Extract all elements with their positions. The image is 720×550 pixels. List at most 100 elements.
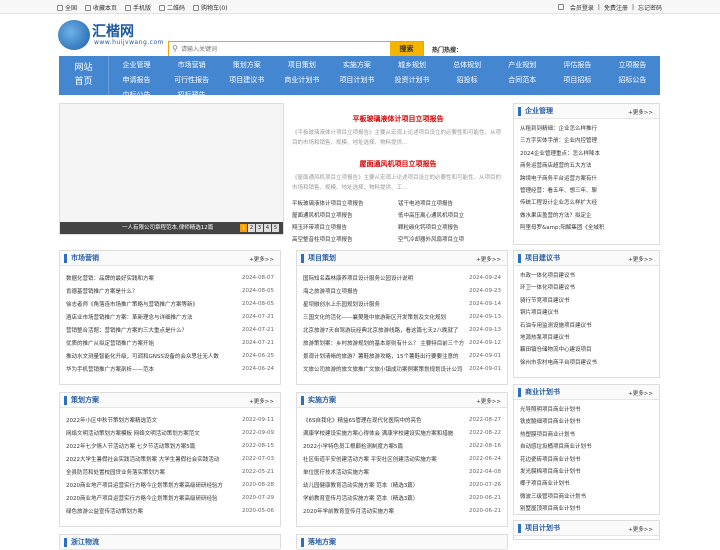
list-item[interactable]: 高空整音柱项目立项报告 <box>292 235 398 243</box>
list-item[interactable]: 铜片项目建议书 <box>520 307 653 319</box>
nav-item[interactable]: 中标公告 <box>109 88 164 103</box>
list-item[interactable]: 热塑膜项目商业计划书 <box>520 429 653 441</box>
banner-page[interactable]: 5 <box>272 224 279 232</box>
list-item[interactable]: 锰干电池项目立项报告 <box>398 199 504 207</box>
forgot-password-link[interactable]: 忘记密码 <box>638 3 662 12</box>
list-item[interactable]: 微波三级管项目商业计划书 <box>520 491 653 503</box>
bookmark-link[interactable]: 收藏本页 <box>85 3 117 12</box>
list-item[interactable]: 传统工程设计企业怎么样扩大经 <box>520 197 653 209</box>
list-item[interactable]: 石油专用监测设施项目建议书 <box>520 320 653 332</box>
list-item[interactable]: 绿色旅游公益宣传活动策划方案 2020-05-06 <box>66 504 274 517</box>
nav-item[interactable]: 企业管理 <box>109 58 164 73</box>
nav-item[interactable]: 合同范本 <box>495 73 550 88</box>
list-item[interactable]: 2022小学特色员工根颠检测制度方案5篇 2022-08-16 <box>303 439 501 452</box>
headline-title[interactable]: 屋面通风机项目立项报告 <box>287 159 509 169</box>
list-item[interactable]: 肯德基营销推广方案是什么？ 2024-08-05 <box>66 284 274 297</box>
list-item[interactable]: 地源热泵项目建议书 <box>520 332 653 344</box>
list-item[interactable]: 自动感垃圾桶项目商业计划书 <box>520 441 653 453</box>
list-item[interactable]: 2022年七夕情人节活动方案 七夕节活动策划方案5篇 2022-08-15 <box>66 439 274 452</box>
list-item[interactable]: 翔玉环带项目立项报告 <box>292 223 398 231</box>
list-item[interactable]: 发光膜棉项目商业计划书 <box>520 466 653 478</box>
banner-page[interactable]: 3 <box>256 224 263 232</box>
nav-item[interactable]: 项目计划书 <box>329 73 384 88</box>
list-item[interactable]: 2020商业地产项目运营实行方略今企划策划方案高级研研经验 2020-07-29 <box>66 491 274 504</box>
nav-item[interactable]: 城乡规划 <box>384 58 439 73</box>
nav-item[interactable]: 市场营销 <box>164 58 219 73</box>
nav-item[interactable]: 招标公告 <box>605 73 660 88</box>
nav-item[interactable]: 项目招标 <box>550 73 605 88</box>
nav-item[interactable]: 实施方案 <box>329 58 384 73</box>
list-item[interactable]: 网络文明活动策划方案模板 网络文明活动策划方案范文 2022-09-09 <box>66 426 274 439</box>
list-item[interactable]: 市政一体化项目建议书 <box>520 270 653 282</box>
list-item[interactable]: 2020商业地产项目运营实行方略今企划策划方案高级研研经验方 2020-08-28 <box>66 478 274 491</box>
list-item[interactable]: 国际知名森林康养项目设计服务公园设计说明 2024-09-24 <box>303 271 501 284</box>
list-item[interactable]: 《6S自我化》精益6S管理在现代化医院中的亮色 2022-08-27 <box>303 413 501 426</box>
list-item[interactable]: 管理经营：看五年、想三年、聊 <box>520 185 653 197</box>
list-item[interactable]: 文旅公司旅游的旅文旅推广文旅小镇成功案例案策划规划设计公司 2024-09-01 <box>303 362 501 375</box>
list-item[interactable]: 单位医疗技术活动实施方案 2022-04-08 <box>303 465 501 478</box>
list-item[interactable]: 酒店业市场营销推广方案：革新理念与详细推广方法 2024-07-21 <box>66 310 274 323</box>
list-item[interactable]: 社区街道平安创建活动方案 平安社区创建活动实施方案 2022-06-24 <box>303 452 501 465</box>
more-link[interactable]: +更多>> <box>249 397 274 405</box>
list-item[interactable]: 低中高压离心通风机项目立 <box>398 211 504 219</box>
list-item[interactable]: 骑行节竞项目建议书 <box>520 295 653 307</box>
list-item[interactable]: 北京旅游7天自驾游玩经典北京旅游线路，看这篇七天2八晚就了 2024-09-13 <box>303 323 501 336</box>
banner-page[interactable]: 4 <box>264 224 271 232</box>
more-link[interactable]: +更多>> <box>476 397 501 405</box>
list-item[interactable]: 幼儿园健康教育活动实施方案 范本（精选3篇） 2020-07-26 <box>303 478 501 491</box>
list-item[interactable]: 光导照明项目商业计划书 <box>520 404 653 416</box>
list-item[interactable]: 数据化营销：品牌的最好实践和方案 2024-08-07 <box>66 271 274 284</box>
more-link[interactable]: +更多>> <box>628 108 653 116</box>
list-item[interactable]: 从租到到精细：企业怎么样推行 <box>520 123 653 135</box>
nav-item[interactable]: 可行性报告 <box>164 73 219 88</box>
list-item[interactable]: 推动水文测量智能化升级，可调和GNSS设备的会众思壮无人数 2024-06-25 <box>66 349 274 362</box>
list-item[interactable]: 屋面通风机项目立项报告 <box>292 211 398 219</box>
search-input[interactable] <box>181 42 390 56</box>
list-item[interactable]: 徐州市农村电商平台项目建议书 <box>520 357 653 369</box>
banner-page[interactable]: 1 <box>240 224 247 232</box>
list-item[interactable]: 平板玻璃液体计项目立项报告 <box>292 199 398 207</box>
list-item[interactable]: 环卫一体化项目建议书 <box>520 282 653 294</box>
list-item[interactable]: 跨境电子商务平台运营方案有什 <box>520 173 653 185</box>
mobile-link[interactable]: 手机版 <box>125 3 151 12</box>
list-item[interactable]: 做水果店盈营的方法？拟定企 <box>520 210 653 222</box>
list-item[interactable]: 椰子项目商业计划书 <box>520 478 653 490</box>
more-link[interactable]: +更多>> <box>476 255 501 263</box>
list-item[interactable]: 徐志者师《角落连市场推广策略与营销推广方案等新》 2024-08-05 <box>66 297 274 310</box>
list-item[interactable]: 华为手机营销推广方案剖析——范本 2024-06-24 <box>66 362 274 375</box>
location-link[interactable]: 全国 <box>57 3 77 12</box>
list-item[interactable]: 全县防范和处置校园贷业务落实策划方案 2022-05-21 <box>66 465 274 478</box>
list-item[interactable]: 旅游策划案：乡村旅游规划的基本原则有什么？ 主要特目前三个方 2024-09-12 <box>303 336 501 349</box>
login-link[interactable]: 会员登录 <box>570 3 594 12</box>
list-item[interactable]: 2024企业管理重点：怎么样降本 <box>520 148 653 160</box>
list-item[interactable]: 2022大学生暑假社会实践活动策划案 大学生暑假社会实践活动 2022-07-03 <box>66 452 274 465</box>
list-item[interactable]: 颗粒碳化钙项目立项报告 <box>398 223 504 231</box>
headline-title[interactable]: 平板玻璃液体计项目立项报告 <box>287 114 509 124</box>
list-item[interactable]: 藕田镇仓储物流中心建设项目 <box>520 344 653 356</box>
register-link[interactable]: 免费注册 <box>604 3 628 12</box>
list-item[interactable]: 优质的推广从拟定营销推广方案开始 2024-07-21 <box>66 336 274 349</box>
cart-link[interactable]: 购物车(0) <box>193 3 228 12</box>
list-item[interactable]: 铁皮髓细项目商业计划书 <box>520 416 653 428</box>
nav-item[interactable]: 申请报告 <box>109 73 164 88</box>
list-item[interactable]: 学前教育宣传月活动实施方案 范本（精选3篇） 2020-06-21 <box>303 491 501 504</box>
list-item[interactable]: 商务运营商店超营的五大方法 <box>520 160 653 172</box>
nav-item[interactable]: 评估报告 <box>550 58 605 73</box>
more-link[interactable]: +更多>> <box>628 389 653 397</box>
nav-item[interactable]: 项目建议书 <box>219 73 274 88</box>
list-item[interactable]: 营销整合活题：营销推广方案的三大重点是什么？ 2024-07-21 <box>66 323 274 336</box>
site-logo[interactable]: 汇楷网 www.huijvwang.com <box>58 20 164 54</box>
nav-home[interactable]: 网站 首页 <box>59 56 109 95</box>
nav-item[interactable]: 投资计划书 <box>384 73 439 88</box>
more-link[interactable]: +更多>> <box>249 255 274 263</box>
more-link[interactable]: +更多>> <box>628 255 653 263</box>
list-item[interactable]: 景观计划清晰的旅游？薯鞋旅游攻略，15个薯鞋出行要要注意的 2024-09-01 <box>303 349 501 362</box>
qrcode-link[interactable]: 二维码 <box>159 3 185 12</box>
list-item[interactable]: 满康学校建设实施方案心得体会 满康学校建设实施方案和措施 2022-08-22 <box>303 426 501 439</box>
list-item[interactable]: 别墅屋顶项目商业计划书 <box>520 503 653 515</box>
list-item[interactable]: 海之旅游项目立项报告 2024-09-23 <box>303 284 501 297</box>
banner-page[interactable]: 2 <box>248 224 255 232</box>
nav-item[interactable]: 立项报告 <box>605 58 660 73</box>
banner-slider[interactable]: 一人有限公司章程范本,律师精选12篇 1 2 3 4 5 <box>59 103 284 235</box>
nav-item[interactable]: 商业计划书 <box>274 73 329 88</box>
